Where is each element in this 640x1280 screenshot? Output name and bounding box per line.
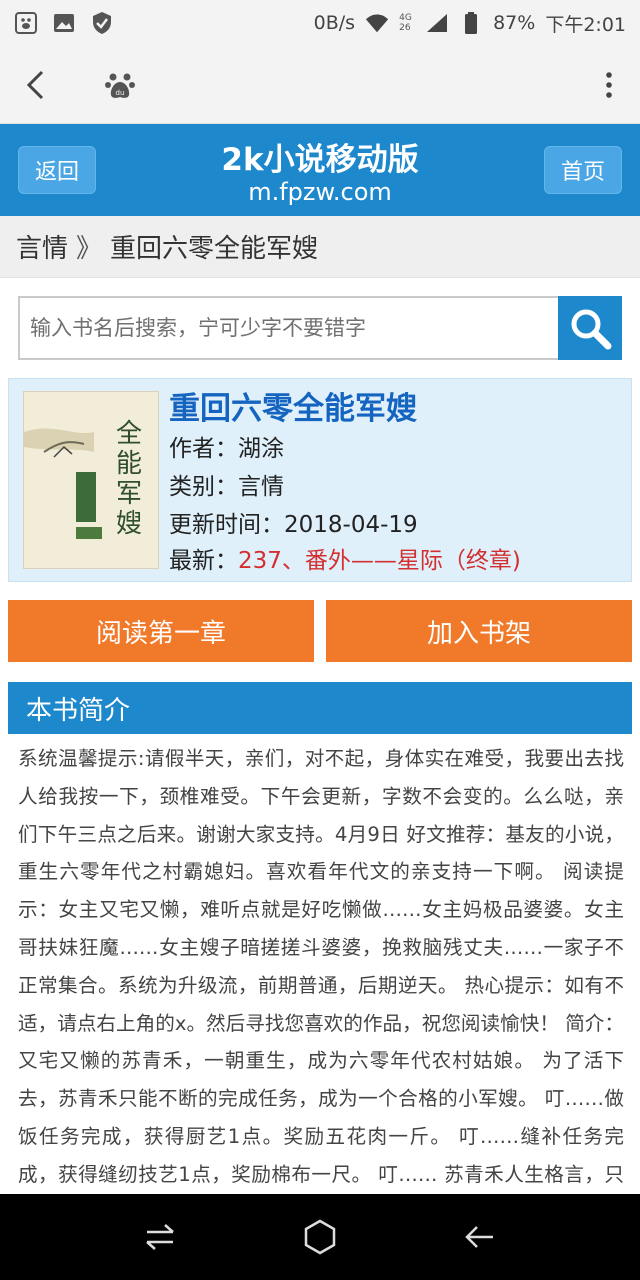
android-nav-bar bbox=[0, 1194, 640, 1280]
signal-icon bbox=[425, 11, 449, 35]
category-value: 言情 bbox=[238, 474, 284, 500]
book-category: 类别：言情 bbox=[169, 467, 284, 501]
back-nav-icon[interactable] bbox=[452, 1209, 508, 1265]
author-label: 作者： bbox=[169, 436, 238, 462]
updated-value: 2018-04-19 bbox=[284, 512, 418, 538]
breadcrumb-current: 重回六零全能军嫂 bbox=[110, 234, 319, 264]
network-type-badge: 4G 26 bbox=[399, 13, 412, 33]
network-speed: 0B/s bbox=[313, 12, 356, 34]
shield-check-icon bbox=[90, 11, 114, 35]
browser-menu-icon[interactable] bbox=[594, 65, 624, 105]
book-cover-image[interactable]: 全 能 军 嫂 bbox=[23, 391, 159, 569]
book-updated: 更新时间：2018-04-19 bbox=[169, 505, 418, 539]
battery-icon bbox=[459, 11, 483, 35]
book-author: 作者：湖涂 bbox=[169, 429, 284, 463]
latest-chapter-link[interactable]: 237、番外——星际（终章) bbox=[238, 548, 521, 574]
book-intro-text: 系统温馨提示:请假半天，亲们，对不起，身体实在难受，我要出去找人给我按一下，颈椎… bbox=[18, 747, 624, 1186]
book-title-link[interactable]: 重回六零全能军嫂 bbox=[169, 383, 417, 428]
intro-heading: 本书简介 bbox=[8, 682, 632, 734]
svg-text:全: 全 bbox=[116, 419, 142, 449]
book-info-card: 全 能 军 嫂 重回六零全能军嫂 作者：湖涂 类别：言情 更新时间：2018-0… bbox=[8, 378, 632, 582]
home-nav-icon[interactable] bbox=[292, 1209, 348, 1265]
breadcrumb-category-link[interactable]: 言情 bbox=[16, 228, 68, 265]
baidu-notification-icon bbox=[14, 11, 38, 35]
status-bar: 0B/s 4G 26 87% 下午2:01 bbox=[0, 0, 640, 46]
latest-label: 最新： bbox=[169, 548, 238, 574]
search-icon bbox=[571, 309, 612, 350]
category-label: 类别： bbox=[169, 474, 238, 500]
browser-back-icon[interactable] bbox=[16, 65, 56, 105]
home-button[interactable]: 首页 bbox=[544, 146, 622, 194]
svg-text:军: 军 bbox=[116, 479, 142, 509]
author-value: 湖涂 bbox=[238, 436, 284, 462]
updated-label: 更新时间： bbox=[169, 512, 284, 538]
wifi-icon bbox=[365, 11, 389, 35]
switch-apps-icon[interactable] bbox=[132, 1209, 188, 1265]
breadcrumb: 言情 》 重回六零全能军嫂 bbox=[0, 216, 640, 278]
breadcrumb-separator: 》 bbox=[76, 234, 103, 264]
svg-text:du: du bbox=[116, 89, 125, 97]
clock: 下午2:01 bbox=[545, 13, 626, 36]
site-header: 返回 2k小说移动版 m.fpzw.com 首页 bbox=[0, 124, 640, 216]
search-button[interactable] bbox=[558, 296, 622, 360]
baidu-paw-icon[interactable]: du bbox=[100, 65, 140, 105]
search-input[interactable] bbox=[18, 296, 558, 360]
browser-toolbar: du bbox=[0, 46, 640, 124]
svg-text:嫂: 嫂 bbox=[116, 509, 142, 539]
svg-text:能: 能 bbox=[116, 449, 142, 479]
image-notification-icon bbox=[52, 11, 76, 35]
read-first-chapter-button[interactable]: 阅读第一章 bbox=[8, 600, 314, 662]
battery-percent: 87% bbox=[493, 12, 536, 34]
add-to-bookshelf-button[interactable]: 加入书架 bbox=[326, 600, 632, 662]
search-bar bbox=[18, 296, 622, 360]
book-latest-chapter: 最新：237、番外——星际（终章) bbox=[169, 541, 521, 575]
